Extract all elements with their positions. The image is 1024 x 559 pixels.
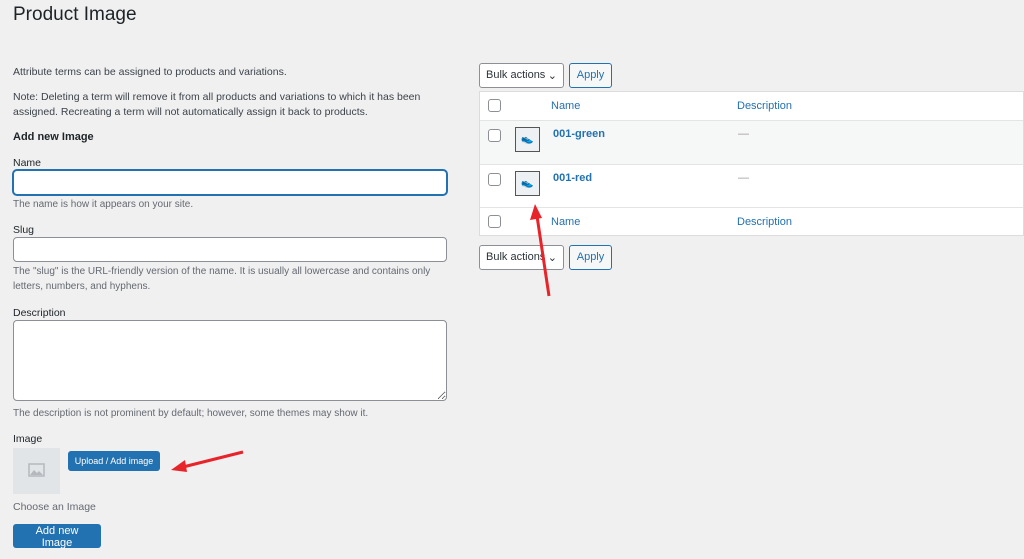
add-new-image-button[interactable]: Add new Image	[13, 524, 101, 549]
description-column-footer[interactable]: Description	[737, 216, 792, 228]
page-title: Product Image	[13, 4, 137, 25]
name-input[interactable]	[13, 170, 447, 195]
table-footer: Name Description	[480, 208, 1023, 236]
description-textarea[interactable]	[13, 320, 447, 401]
description-help: The description is not prominent by defa…	[13, 408, 369, 419]
image-placeholder	[13, 448, 60, 494]
row-checkbox[interactable]	[488, 173, 501, 186]
annotation-arrow-left	[171, 450, 244, 472]
image-icon	[28, 463, 45, 477]
select-all-checkbox[interactable]	[488, 99, 501, 112]
term-description: —	[738, 172, 749, 184]
name-column-header[interactable]: Name	[551, 100, 580, 112]
term-description: —	[738, 128, 749, 140]
terms-table: Name Description 👟 001-green — 👟 001-red…	[479, 91, 1024, 236]
image-label: Image	[13, 433, 43, 445]
select-all-checkbox-footer[interactable]	[488, 215, 501, 228]
bulk-actions-select-top[interactable]: Bulk actions ⌄	[479, 63, 564, 88]
upload-image-button[interactable]: Upload / Add image	[68, 451, 160, 471]
term-thumbnail: 👟	[515, 127, 540, 152]
term-thumbnail: 👟	[515, 171, 540, 196]
slug-help: The "slug" is the URL-friendly version o…	[13, 266, 431, 292]
chevron-down-icon: ⌄	[547, 70, 557, 82]
name-label: Name	[13, 157, 42, 169]
description-column-header[interactable]: Description	[737, 100, 792, 112]
choose-image-text: Choose an Image	[13, 501, 96, 513]
row-checkbox[interactable]	[488, 129, 501, 142]
note-text: Note: Deleting a term will remove it fro…	[13, 91, 421, 118]
slug-input[interactable]	[13, 237, 447, 262]
form-heading: Add new Image	[13, 131, 94, 143]
intro-text: Attribute terms can be assigned to produ…	[13, 66, 287, 78]
term-name-link[interactable]: 001-red	[553, 172, 592, 184]
apply-button-bottom[interactable]: Apply	[569, 245, 612, 270]
name-help: The name is how it appears on your site.	[13, 199, 194, 210]
description-label: Description	[13, 307, 66, 319]
annotation-arrow-up	[530, 204, 551, 297]
term-name-link[interactable]: 001-green	[553, 128, 605, 140]
table-row: 👟 001-red —	[480, 165, 1023, 208]
apply-button-top[interactable]: Apply	[569, 63, 612, 88]
table-row: 👟 001-green —	[480, 121, 1023, 165]
slug-label: Slug	[13, 224, 35, 236]
table-header: Name Description	[480, 92, 1023, 121]
